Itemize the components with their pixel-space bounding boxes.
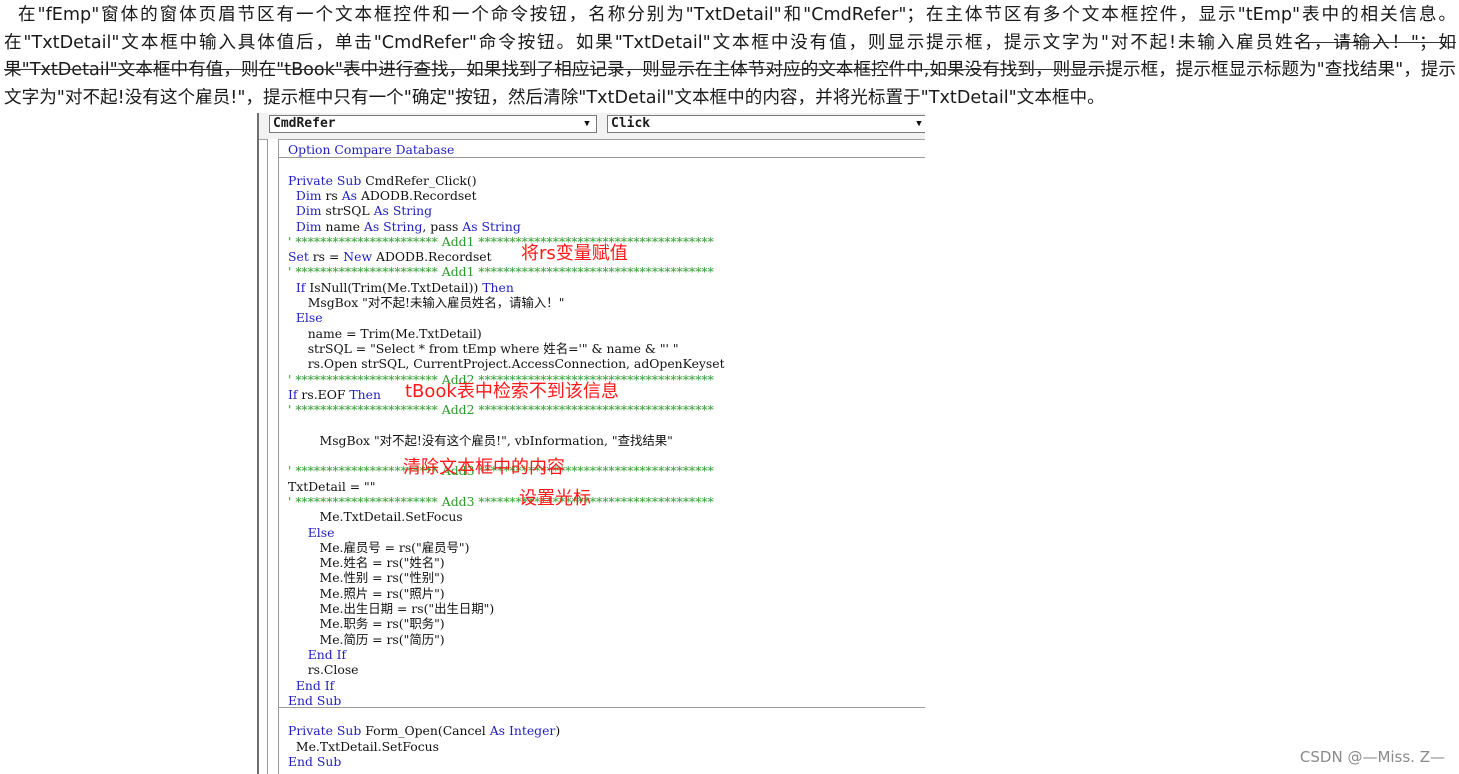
code-line[interactable]: Option Compare Database bbox=[288, 142, 454, 157]
annotation-note: 设置光标 bbox=[519, 487, 591, 509]
code-line[interactable]: Me.职务 = rs("职务") bbox=[288, 616, 445, 631]
code-line[interactable]: Dim name As String, pass As String bbox=[288, 219, 521, 234]
code-line[interactable]: Else bbox=[288, 525, 335, 540]
code-line[interactable]: MsgBox "对不起!没有这个雇员!", vbInformation, "查找… bbox=[288, 433, 673, 448]
procedure-combo[interactable]: Click ▼ bbox=[607, 115, 925, 133]
instruction-paragraph: 在"fEmp"窗体的窗体页眉节区有一个文本框控件和一个命令按钮，名称分别为"Tx… bbox=[4, 2, 1456, 112]
procedure-separator bbox=[279, 157, 925, 158]
code-line[interactable]: End Sub bbox=[288, 693, 341, 708]
code-line[interactable]: Private Sub CmdRefer_Click() bbox=[288, 173, 477, 188]
watermark: CSDN @—Miss. Z— bbox=[1299, 748, 1445, 766]
code-line[interactable]: Dim rs As ADODB.Recordset bbox=[288, 188, 477, 203]
instruction-text-1: 在"fEmp"窗体的窗体页眉节区有一个文本框控件和一个命令按钮，名称分别为"Tx… bbox=[4, 5, 1456, 53]
code-line[interactable]: MsgBox "对不起!未输入雇员姓名，请输入！" bbox=[288, 295, 565, 310]
code-line[interactable]: name = Trim(Me.TxtDetail) bbox=[288, 326, 482, 341]
chevron-down-icon[interactable]: ▼ bbox=[579, 117, 595, 131]
annotation-note: tBook表中检索不到该信息 bbox=[405, 380, 619, 402]
annotation-note: 将rs变量赋值 bbox=[521, 243, 628, 265]
code-line[interactable]: Me.雇员号 = rs("雇员号") bbox=[288, 540, 470, 555]
code-line[interactable]: Me.TxtDetail.SetFocus bbox=[288, 509, 463, 524]
code-line[interactable]: Dim strSQL As String bbox=[288, 203, 432, 218]
code-line[interactable]: Me.出生日期 = rs("出生日期") bbox=[288, 601, 495, 616]
object-combo[interactable]: CmdRefer ▼ bbox=[269, 115, 597, 133]
code-line[interactable]: Set rs = New ADODB.Recordset bbox=[288, 249, 492, 264]
chevron-down-icon[interactable]: ▼ bbox=[911, 117, 927, 131]
code-line[interactable]: ' *********************** Add3 *********… bbox=[288, 494, 714, 509]
code-line[interactable]: rs.Close bbox=[288, 662, 359, 677]
procedure-combo-value: Click bbox=[611, 116, 651, 131]
code-line[interactable]: strSQL = "Select * from tEmp where 姓名='"… bbox=[288, 341, 679, 356]
code-line[interactable]: ' *********************** Add2 *********… bbox=[288, 402, 714, 417]
code-line[interactable]: If IsNull(Trim(Me.TxtDetail)) Then bbox=[288, 280, 514, 295]
code-line[interactable]: TxtDetail = "" bbox=[288, 479, 375, 494]
annotation-note: 清除文本框中的内容 bbox=[403, 457, 565, 479]
code-line[interactable]: ' *********************** Add1 *********… bbox=[288, 234, 714, 249]
code-margin-bar bbox=[267, 139, 279, 774]
code-line[interactable]: Me.照片 = rs("照片") bbox=[288, 586, 445, 601]
procedure-separator bbox=[279, 707, 925, 708]
code-line[interactable]: End If bbox=[288, 678, 334, 693]
code-line[interactable]: If rs.EOF Then bbox=[288, 387, 381, 402]
code-line[interactable]: Me.TxtDetail.SetFocus bbox=[288, 739, 439, 754]
object-combo-value: CmdRefer bbox=[273, 116, 336, 131]
code-area[interactable]: Option Compare Database Private Sub CmdRe… bbox=[279, 139, 925, 774]
code-line[interactable]: End Sub bbox=[288, 754, 341, 769]
vba-code-window: CmdRefer ▼ Click ▼ Option Compare Databa… bbox=[257, 113, 925, 774]
code-line[interactable]: End If bbox=[288, 647, 346, 662]
code-line[interactable]: ' *********************** Add1 *********… bbox=[288, 264, 714, 279]
code-window-toolbar: CmdRefer ▼ Click ▼ bbox=[259, 113, 925, 140]
code-line[interactable]: Me.简历 = rs("简历") bbox=[288, 632, 445, 647]
code-line[interactable]: Else bbox=[288, 310, 323, 325]
code-line[interactable]: Private Sub Form_Open(Cancel As Integer) bbox=[288, 723, 560, 738]
code-line[interactable]: Me.姓名 = rs("姓名") bbox=[288, 555, 445, 570]
code-line[interactable]: rs.Open strSQL, CurrentProject.AccessCon… bbox=[288, 356, 725, 371]
code-line[interactable]: Me.性别 = rs("性别") bbox=[288, 570, 445, 585]
